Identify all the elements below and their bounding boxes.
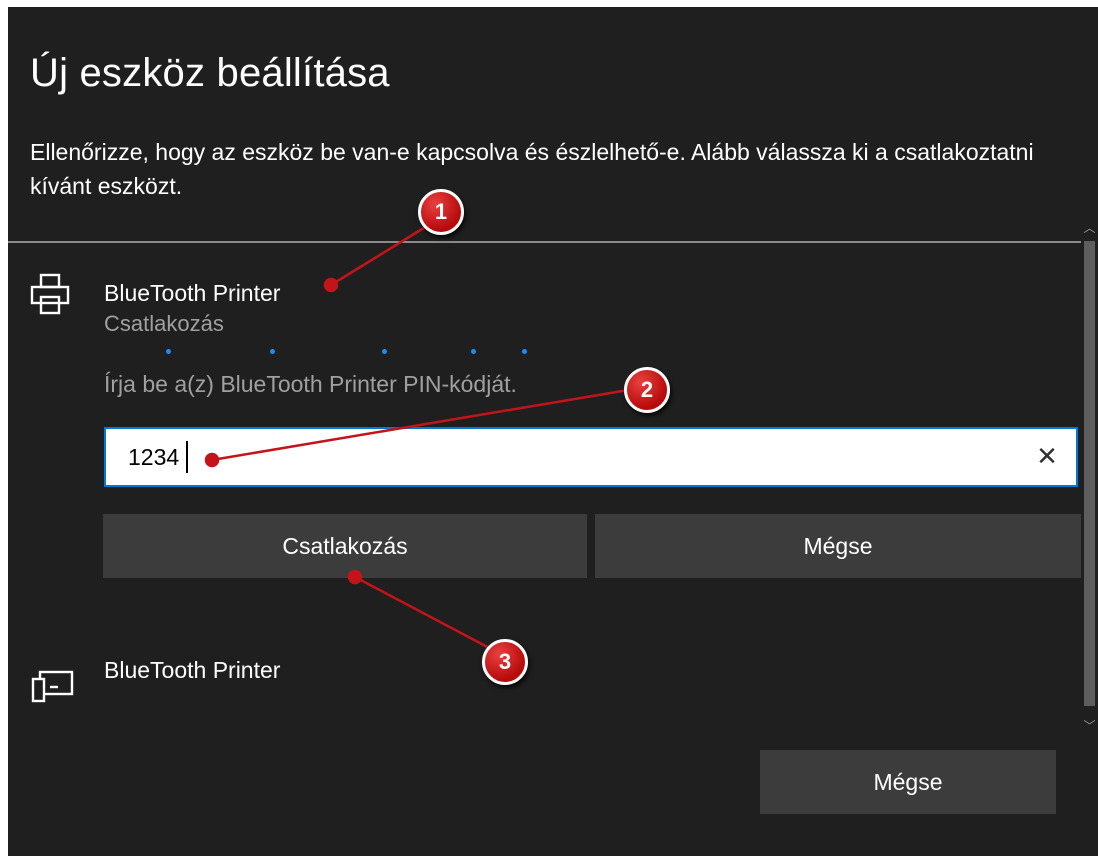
dialog-instructions: Ellenőrizze, hogy az eszköz be van-e kap… [30,139,1034,199]
scroll-up-icon[interactable]: ︿ [1081,219,1098,237]
clear-icon[interactable]: ✕ [1032,441,1062,471]
annotation-badge-2: 2 [624,367,670,413]
progress-dot [270,349,275,354]
text-caret [186,441,188,473]
footer-cancel-button[interactable]: Mégse [760,750,1056,814]
annotation-badge-3: 3 [482,639,528,685]
cancel-pairing-button[interactable]: Mégse [595,514,1081,578]
connect-button[interactable]: Csatlakozás [103,514,587,578]
progress-dot [382,349,387,354]
scrollbar-thumb[interactable] [1084,241,1095,706]
progress-dot [166,349,171,354]
pin-input[interactable] [106,429,1006,485]
divider [8,241,1081,243]
device-name-printer[interactable]: BlueTooth Printer [104,280,280,307]
progress-dot [522,349,527,354]
scroll-down-icon[interactable]: ﹀ [1081,717,1098,735]
pin-prompt: Írja be a(z) BlueTooth Printer PIN-kódjá… [104,371,517,397]
annotation-badge-1: 1 [418,189,464,235]
pin-field[interactable]: ✕ [104,427,1078,487]
device-status: Csatlakozás [104,311,224,336]
scrollbar[interactable]: ︿ ﹀ [1081,217,1098,737]
add-device-dialog: Új eszköz beállítása Ellenőrizze, hogy a… [8,7,1098,856]
device-icon [30,669,74,708]
printer-icon [30,273,70,322]
progress-dot [471,349,476,354]
dialog-title: Új eszköz beállítása [30,51,390,95]
device-name-bluetooth-printer[interactable]: BlueTooth Printer [104,657,280,684]
